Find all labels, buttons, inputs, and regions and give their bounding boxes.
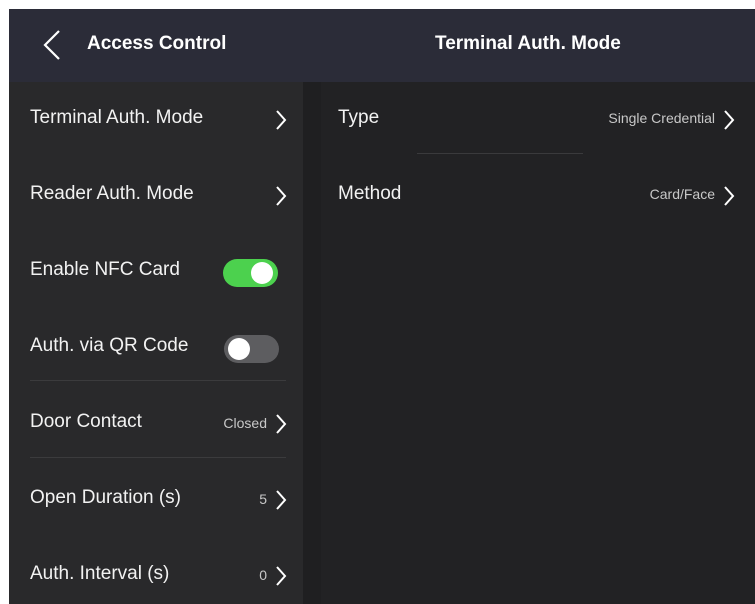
sidebar-item-label: Reader Auth. Mode (30, 183, 194, 204)
type-value: Single Credential (608, 110, 715, 126)
page-title: Terminal Auth. Mode (435, 33, 621, 54)
method-row[interactable]: Method Card/Face (321, 158, 755, 234)
open-duration-value: 5 (259, 491, 267, 507)
sidebar-item-label: Door Contact (30, 411, 142, 432)
sidebar-item-terminal-auth-mode[interactable]: Terminal Auth. Mode (9, 82, 303, 158)
sidebar-item-door-contact[interactable]: Door Contact Closed (9, 386, 303, 462)
sidebar-item-auth-interval[interactable]: Auth. Interval (s) 0 (9, 538, 303, 604)
back-chevron-icon[interactable] (38, 28, 70, 62)
sidebar-item-reader-auth-mode[interactable]: Reader Auth. Mode (9, 158, 303, 234)
sidebar-item-label: Auth. via QR Code (30, 335, 189, 356)
main-panel: Type Single Credential Method Card/Face (321, 82, 755, 604)
door-contact-value: Closed (223, 415, 267, 431)
divider (417, 153, 583, 154)
chevron-right-icon (276, 186, 287, 206)
sidebar-item-label: Open Duration (s) (30, 487, 182, 508)
chevron-right-icon (724, 110, 735, 130)
sidebar-item-label: Auth. Interval (s) (30, 563, 170, 584)
device-screen: Access Control Terminal Auth. Mode Termi… (9, 9, 755, 604)
type-row[interactable]: Type Single Credential (321, 82, 755, 158)
auth-interval-value: 0 (259, 567, 267, 583)
sidebar-item-open-duration[interactable]: Open Duration (s) 5 (9, 462, 303, 538)
chevron-right-icon (276, 110, 287, 130)
method-value: Card/Face (649, 186, 715, 202)
chevron-right-icon (276, 490, 287, 510)
divider (30, 380, 286, 381)
sidebar-item-label: Enable NFC Card (30, 259, 180, 280)
toggle-knob (228, 338, 250, 360)
qr-code-toggle[interactable] (224, 335, 279, 363)
type-label: Type (338, 107, 380, 128)
divider (30, 457, 286, 458)
sidebar-item-label: Terminal Auth. Mode (30, 107, 204, 128)
method-label: Method (338, 183, 402, 204)
nfc-card-toggle[interactable] (223, 259, 278, 287)
chevron-right-icon (276, 414, 287, 434)
chevron-right-icon (276, 566, 287, 586)
chevron-right-icon (724, 186, 735, 206)
toggle-knob (251, 262, 273, 284)
back-label[interactable]: Access Control (87, 33, 226, 55)
top-bar: Access Control Terminal Auth. Mode (9, 9, 755, 82)
sidebar: Terminal Auth. Mode Reader Auth. Mode En… (9, 82, 303, 604)
sidebar-item-enable-nfc-card: Enable NFC Card (9, 234, 303, 310)
sidebar-item-auth-via-qr-code: Auth. via QR Code (9, 310, 303, 386)
